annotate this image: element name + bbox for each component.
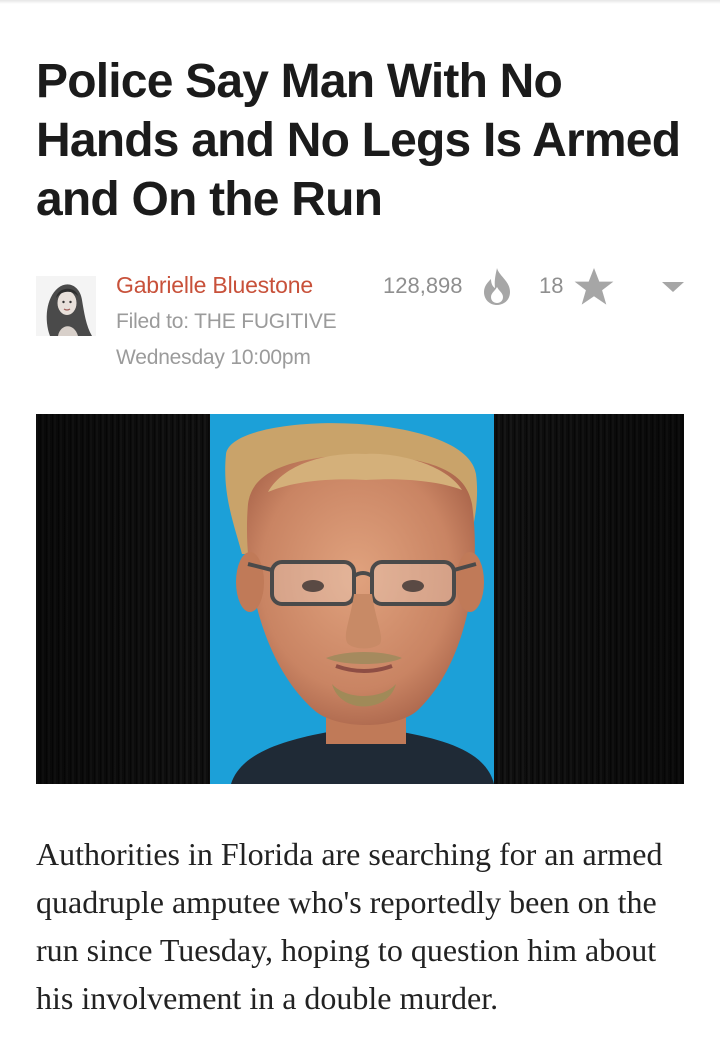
article-page: Police Say Man With No Hands and No Legs… — [0, 0, 720, 1042]
article-headline: Police Say Man With No Hands and No Legs… — [36, 55, 681, 226]
top-bar-shadow — [0, 0, 720, 4]
author-link[interactable]: Gabrielle Bluestone — [116, 272, 313, 299]
article-body-text: Authorities in Florida are searching for… — [36, 836, 663, 1016]
filed-to-category[interactable]: Filed to: THE FUGITIVE — [116, 310, 337, 334]
views-count: 128,898 — [383, 273, 463, 298]
article-meta: Gabrielle Bluestone Filed to: THE FUGITI… — [36, 268, 686, 380]
chevron-down-icon[interactable] — [660, 278, 686, 294]
star-icon[interactable] — [572, 266, 616, 308]
publish-timestamp: Wednesday 10:00pm — [116, 346, 311, 369]
star-count: 18 — [539, 273, 564, 298]
flame-icon — [480, 266, 514, 306]
author-avatar[interactable] — [36, 276, 96, 336]
article-hero-image — [36, 414, 684, 784]
